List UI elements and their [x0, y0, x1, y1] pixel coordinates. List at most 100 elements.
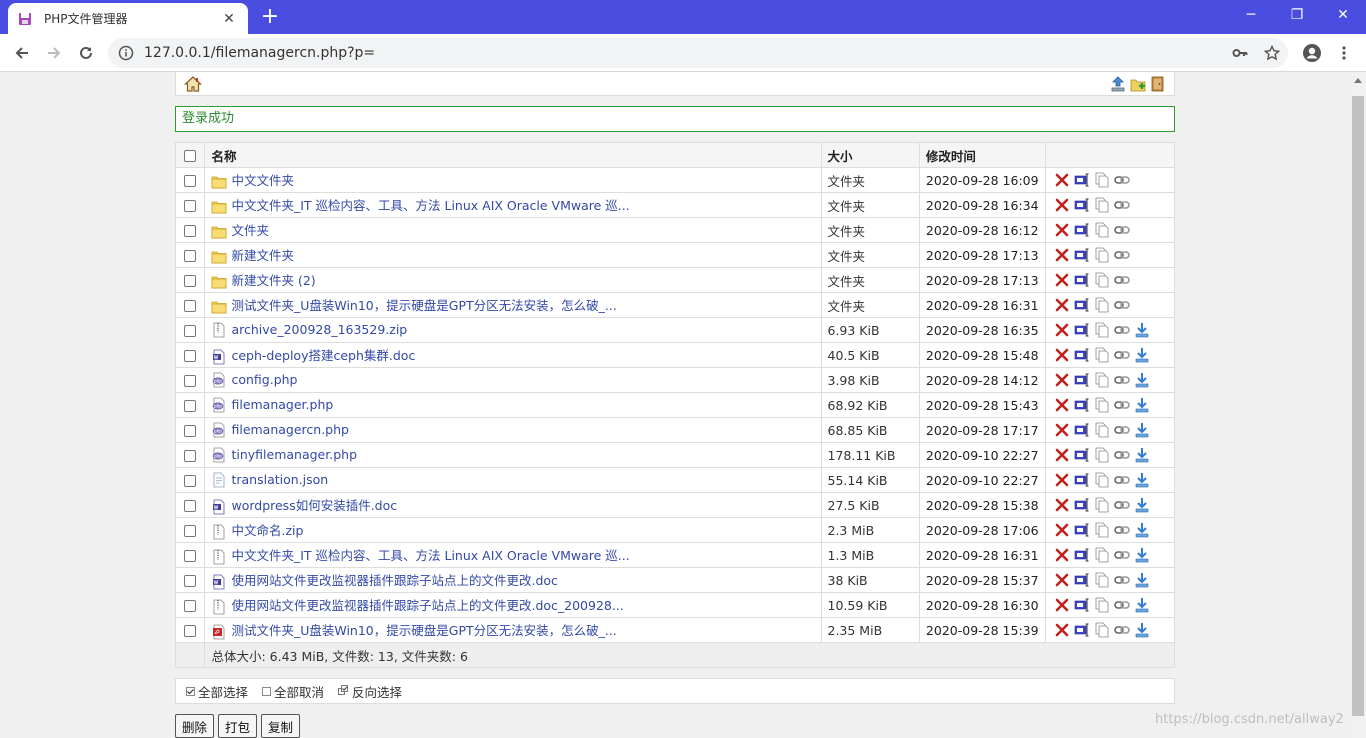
unselect-all-link[interactable]: 全部取消 — [262, 682, 324, 701]
link-icon[interactable] — [1113, 472, 1130, 488]
column-header-size[interactable]: 大小 — [820, 142, 920, 168]
copy-icon[interactable] — [1094, 372, 1110, 388]
copy-icon[interactable] — [1094, 172, 1110, 188]
row-checkbox[interactable] — [184, 250, 197, 262]
download-icon[interactable] — [1134, 597, 1150, 613]
reload-icon[interactable] — [72, 40, 100, 66]
new-folder-icon[interactable] — [1130, 75, 1146, 97]
download-icon[interactable] — [1134, 547, 1150, 563]
link-icon[interactable] — [1113, 597, 1130, 613]
kebab-menu-icon[interactable] — [1332, 41, 1356, 65]
copy-icon[interactable] — [1094, 572, 1110, 588]
rename-icon[interactable] — [1074, 572, 1090, 588]
delete-icon[interactable] — [1054, 322, 1070, 338]
copy-button[interactable]: 复制 — [261, 714, 301, 738]
copy-icon[interactable] — [1094, 422, 1110, 438]
row-checkbox[interactable] — [184, 600, 197, 612]
row-checkbox[interactable] — [184, 350, 197, 362]
download-icon[interactable] — [1134, 372, 1150, 388]
file-name-link[interactable]: 中文文件夹_IT 巡检内容、工具、方法 Linux AIX Oracle VMw… — [231, 198, 629, 213]
maximize-icon[interactable]: ❐ — [1274, 0, 1320, 30]
star-icon[interactable] — [1260, 41, 1284, 65]
column-header-modified[interactable]: 修改时间 — [918, 142, 1046, 168]
delete-icon[interactable] — [1054, 347, 1070, 363]
download-icon[interactable] — [1134, 472, 1150, 488]
file-name-link[interactable]: filemanagercn.php — [231, 422, 349, 437]
scrollbar-thumb[interactable] — [1352, 96, 1364, 716]
rename-icon[interactable] — [1074, 497, 1090, 513]
copy-icon[interactable] — [1094, 197, 1110, 213]
download-icon[interactable] — [1134, 447, 1150, 463]
back-arrow-icon[interactable] — [8, 40, 36, 66]
rename-icon[interactable] — [1074, 322, 1090, 338]
file-name-link[interactable]: ceph-deploy搭建ceph集群.doc — [231, 348, 415, 363]
copy-icon[interactable] — [1094, 397, 1110, 413]
new-tab-button[interactable]: + — [258, 4, 282, 30]
delete-icon[interactable] — [1054, 522, 1070, 538]
link-icon[interactable] — [1113, 497, 1130, 513]
scroll-up-arrow-icon[interactable] — [1354, 78, 1362, 83]
key-icon[interactable] — [1228, 41, 1252, 65]
row-checkbox[interactable] — [184, 425, 197, 437]
file-name-link[interactable]: 文件夹 — [231, 223, 269, 238]
row-checkbox[interactable] — [184, 175, 197, 187]
delete-icon[interactable] — [1054, 572, 1070, 588]
download-icon[interactable] — [1134, 572, 1150, 588]
file-name-link[interactable]: 测试文件夹_U盘装Win10，提示硬盘是GPT分区无法安装，怎么破_... — [231, 298, 616, 313]
link-icon[interactable] — [1113, 247, 1130, 263]
select-all-checkbox[interactable] — [184, 150, 197, 162]
info-icon[interactable] — [118, 45, 134, 61]
delete-icon[interactable] — [1054, 372, 1070, 388]
copy-icon[interactable] — [1094, 347, 1110, 363]
download-icon[interactable] — [1134, 322, 1150, 338]
delete-icon[interactable] — [1054, 447, 1070, 463]
profile-avatar-icon[interactable] — [1300, 41, 1324, 65]
file-name-link[interactable]: tinyfilemanager.php — [231, 447, 357, 462]
home-icon[interactable] — [183, 75, 203, 97]
file-name-link[interactable]: 测试文件夹_U盘装Win10，提示硬盘是GPT分区无法安装，怎么破_... — [231, 623, 616, 638]
download-icon[interactable] — [1134, 522, 1150, 538]
select-all-link[interactable]: 全部选择 — [186, 682, 248, 701]
copy-icon[interactable] — [1094, 222, 1110, 238]
rename-icon[interactable] — [1074, 472, 1090, 488]
rename-icon[interactable] — [1074, 172, 1090, 188]
link-icon[interactable] — [1113, 422, 1130, 438]
copy-icon[interactable] — [1094, 322, 1110, 338]
delete-icon[interactable] — [1054, 297, 1070, 313]
row-checkbox[interactable] — [184, 325, 197, 337]
minimize-icon[interactable]: ─ — [1228, 0, 1274, 30]
delete-icon[interactable] — [1054, 622, 1070, 638]
download-icon[interactable] — [1134, 497, 1150, 513]
link-icon[interactable] — [1113, 172, 1130, 188]
rename-icon[interactable] — [1074, 197, 1090, 213]
delete-icon[interactable] — [1054, 547, 1070, 563]
rename-icon[interactable] — [1074, 422, 1090, 438]
invert-selection-link[interactable]: 反向选择 — [338, 682, 402, 701]
row-checkbox[interactable] — [184, 400, 197, 412]
rename-icon[interactable] — [1074, 397, 1090, 413]
link-icon[interactable] — [1113, 522, 1130, 538]
file-name-link[interactable]: wordpress如何安装插件.doc — [231, 498, 397, 513]
row-checkbox[interactable] — [184, 200, 197, 212]
link-icon[interactable] — [1113, 197, 1130, 213]
tab-close-icon[interactable]: ✕ — [220, 11, 238, 27]
row-checkbox[interactable] — [184, 550, 197, 562]
upload-icon[interactable] — [1110, 75, 1126, 97]
row-checkbox[interactable] — [184, 575, 197, 587]
row-checkbox[interactable] — [184, 375, 197, 387]
rename-icon[interactable] — [1074, 622, 1090, 638]
copy-icon[interactable] — [1094, 247, 1110, 263]
row-checkbox[interactable] — [184, 500, 197, 512]
file-name-link[interactable]: 新建文件夹 (2) — [231, 273, 315, 288]
delete-icon[interactable] — [1054, 397, 1070, 413]
copy-icon[interactable] — [1094, 447, 1110, 463]
link-icon[interactable] — [1113, 397, 1130, 413]
file-name-link[interactable]: 使用网站文件更改监视器插件跟踪子站点上的文件更改.doc_200928... — [231, 598, 623, 613]
delete-icon[interactable] — [1054, 472, 1070, 488]
row-checkbox[interactable] — [184, 225, 197, 237]
rename-icon[interactable] — [1074, 522, 1090, 538]
rename-icon[interactable] — [1074, 372, 1090, 388]
row-checkbox[interactable] — [184, 450, 197, 462]
link-icon[interactable] — [1113, 297, 1130, 313]
file-name-link[interactable]: 中文文件夹_IT 巡检内容、工具、方法 Linux AIX Oracle VMw… — [231, 548, 629, 563]
